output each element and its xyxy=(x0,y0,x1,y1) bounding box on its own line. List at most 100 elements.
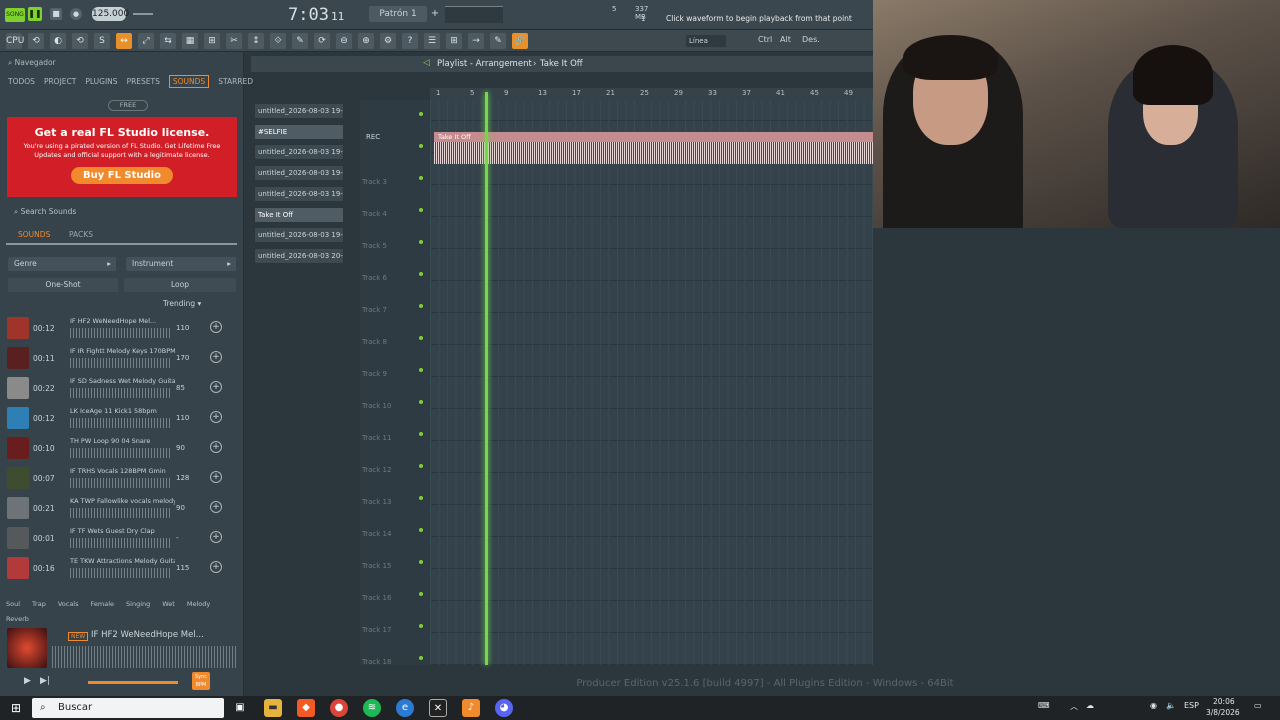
toolbar-icon-15[interactable]: ⊖ xyxy=(336,33,352,49)
track-header[interactable]: Track 12 xyxy=(362,454,423,486)
preview-waveform[interactable] xyxy=(52,646,237,668)
toolbar-icon-18[interactable]: ? xyxy=(402,33,418,49)
pattern-add-button[interactable]: + xyxy=(430,8,440,20)
tab-starred[interactable]: STARRED xyxy=(218,77,253,86)
preview-volume-slider[interactable] xyxy=(88,681,178,684)
tag-melody[interactable]: Melody xyxy=(187,597,210,612)
toolbar-icon-19[interactable]: ☰ xyxy=(424,33,440,49)
toolbar-icon-16[interactable]: ⊕ xyxy=(358,33,374,49)
track-mute-led[interactable] xyxy=(419,560,423,564)
track-mute-led[interactable] xyxy=(419,464,423,468)
sound-waveform[interactable] xyxy=(70,448,170,458)
pattern-item[interactable]: Take It Off xyxy=(254,206,344,223)
toolbar-icon-3[interactable]: ⟲ xyxy=(72,33,88,49)
fl-studio-icon[interactable]: ♪ xyxy=(462,699,480,717)
sound-waveform[interactable] xyxy=(70,508,170,518)
edge-icon[interactable]: e xyxy=(396,699,414,717)
preview-next-icon[interactable]: ▶| xyxy=(40,676,50,686)
track-mute-led[interactable] xyxy=(419,592,423,596)
toolbar-icon-0[interactable]: CPU xyxy=(6,33,24,49)
audio-clip-waveform[interactable] xyxy=(434,142,873,164)
keyboard-icon[interactable]: ⌨ xyxy=(1038,701,1050,710)
sound-row[interactable]: 00:12 IF HF2 WeNeedHope Mel... 110 + xyxy=(0,314,244,344)
chrome-icon[interactable]: ● xyxy=(330,699,348,717)
genre-dropdown[interactable]: Genre ▸ xyxy=(8,257,116,271)
track-mute-led[interactable] xyxy=(419,656,423,660)
preview-play-icon[interactable]: ▶ xyxy=(24,676,31,686)
audio-clip-header[interactable]: Take It Off xyxy=(434,132,873,142)
buy-fl-studio-button[interactable]: Buy FL Studio xyxy=(71,167,173,184)
capcut-icon[interactable]: ✕ xyxy=(429,699,447,717)
volume-icon[interactable]: 🔈 xyxy=(1166,701,1176,710)
modifier-ctrl[interactable]: Ctrl xyxy=(758,35,772,44)
tag-singing[interactable]: Singing xyxy=(126,597,150,612)
track-header[interactable]: Track 14 xyxy=(362,518,423,550)
tag-soul[interactable]: Soul xyxy=(6,597,20,612)
sound-row[interactable]: 00:07 IF TRHS Vocals 128BPM Gmin 128 + xyxy=(0,464,244,494)
taskbar-search[interactable]: ⌕ Buscar xyxy=(32,698,224,718)
tag-reverb[interactable]: Reverb xyxy=(6,612,29,627)
windows-start-icon[interactable]: ⊞ xyxy=(7,699,25,717)
track-mute-led[interactable] xyxy=(419,176,423,180)
track-mute-led[interactable] xyxy=(419,368,423,372)
toolbar-icon-13[interactable]: ✎ xyxy=(292,33,308,49)
sound-row[interactable]: 00:12 LK IceAge 11 Kick1 58bpm 110 + xyxy=(0,404,244,434)
clock-date[interactable]: 3/8/2026 xyxy=(1206,708,1240,717)
track-header[interactable]: Track 16 xyxy=(362,582,423,614)
track-header[interactable]: Track 3 xyxy=(362,166,423,198)
spotify-icon[interactable]: ≋ xyxy=(363,699,381,717)
track-mute-led[interactable] xyxy=(419,400,423,404)
master-pitch-slider[interactable] xyxy=(133,13,153,15)
search-sounds[interactable]: ⌕ Search Sounds xyxy=(14,207,234,219)
playlist-grid[interactable] xyxy=(430,100,873,665)
toolbar-icon-2[interactable]: ◐ xyxy=(50,33,66,49)
track-header[interactable]: Track 17 xyxy=(362,614,423,646)
add-sound-icon[interactable]: + xyxy=(210,381,222,393)
track-header[interactable]: Track 4 xyxy=(362,198,423,230)
sync-bpm-button[interactable]: Sync BPM xyxy=(192,672,210,690)
clock-time[interactable]: 20:06 xyxy=(1213,697,1235,706)
timeline-ruler[interactable]: 1 5 9 13 17 21 25 29 33 37 41 45 49 xyxy=(430,88,873,100)
oneshot-filter[interactable]: One-Shot xyxy=(8,278,118,292)
tab-presets[interactable]: PRESETS xyxy=(127,77,160,86)
tempo-display[interactable]: 125.000 xyxy=(92,7,129,21)
pattern-item[interactable]: untitled_2026-08-03 19-... xyxy=(254,227,344,244)
tab-project[interactable]: PROJECT xyxy=(44,77,76,86)
sound-row[interactable]: 00:22 IF SD Sadness Wet Melody Guitar... 8… xyxy=(0,374,244,404)
tag-female[interactable]: Female xyxy=(91,597,115,612)
track-header[interactable]: Track 10 xyxy=(362,390,423,422)
add-sound-icon[interactable]: + xyxy=(210,531,222,543)
tab-plugins[interactable]: PLUGINS xyxy=(85,77,117,86)
record-button[interactable]: ● xyxy=(70,8,82,20)
toolbar-icon-14[interactable]: ⟳ xyxy=(314,33,330,49)
add-sound-icon[interactable]: + xyxy=(210,411,222,423)
track-header[interactable]: Track 11 xyxy=(362,422,423,454)
track-header[interactable]: Track 6 xyxy=(362,262,423,294)
track-mute-led[interactable] xyxy=(419,528,423,532)
track-header[interactable] xyxy=(362,102,423,134)
song-mode-button[interactable]: SONG xyxy=(5,8,25,22)
sound-row[interactable]: 00:16 TE TKW Attractions Melody Guitar...… xyxy=(0,554,244,584)
tag-vocals[interactable]: Vocals xyxy=(58,597,79,612)
language-indicator[interactable]: ESP xyxy=(1184,701,1199,710)
toolbar-icon-4[interactable]: S xyxy=(94,33,110,49)
toolbar-icon-21[interactable]: → xyxy=(468,33,484,49)
discord-icon[interactable]: ◕ xyxy=(495,699,513,717)
sound-row[interactable]: 00:01 IF TF Wets Guest Dry Clap - + xyxy=(0,524,244,554)
track-header[interactable]: Track 9 xyxy=(362,358,423,390)
toolbar-icon-17[interactable]: ⚙ xyxy=(380,33,396,49)
sound-row[interactable]: 00:21 KA TWP Fallowlike vocals melody... 9… xyxy=(0,494,244,524)
tag-wet[interactable]: Wet xyxy=(162,597,175,612)
pause-button[interactable]: ❚❚ xyxy=(28,7,42,21)
pattern-item[interactable]: untitled_2026-08-03 19-... xyxy=(254,185,344,202)
track-mute-led[interactable] xyxy=(419,112,423,116)
track-mute-led[interactable] xyxy=(419,304,423,308)
sound-waveform[interactable] xyxy=(70,478,170,488)
track-mute-led[interactable] xyxy=(419,624,423,628)
pattern-item[interactable]: untitled_2026-08-03 19-... xyxy=(254,103,344,119)
sound-waveform[interactable] xyxy=(70,568,170,578)
notifications-icon[interactable]: ▭ xyxy=(1254,701,1262,710)
tab-todos[interactable]: TODOS xyxy=(8,77,35,86)
add-sound-icon[interactable]: + xyxy=(210,351,222,363)
add-sound-icon[interactable]: + xyxy=(210,501,222,513)
